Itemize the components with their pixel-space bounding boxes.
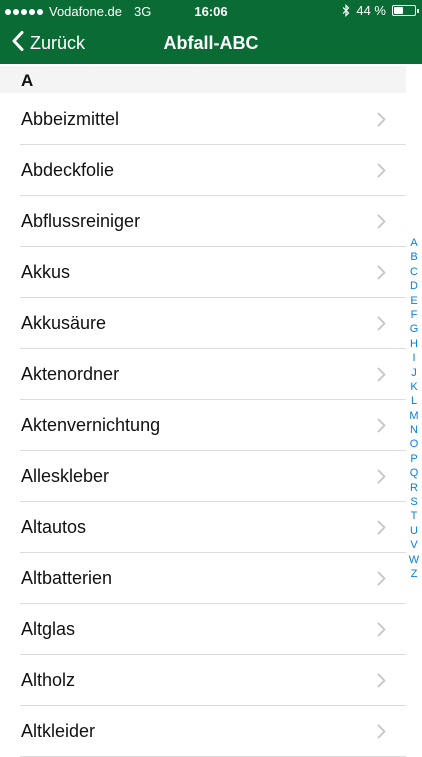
index-letter[interactable]: Z <box>406 567 422 581</box>
chevron-right-icon <box>377 265 386 280</box>
list-item[interactable]: Abbeizmittel <box>0 94 406 145</box>
list-item-label: Abflussreiniger <box>21 211 141 231</box>
index-letter[interactable]: B <box>406 250 422 264</box>
list-item-label: Aktenvernichtung <box>21 415 161 435</box>
page-title: Abfall-ABC <box>163 33 259 53</box>
list-item-label: Altholz <box>21 670 76 690</box>
list-item-label: Altkleider <box>21 721 96 741</box>
chevron-right-icon <box>377 673 386 688</box>
list-item-label: Altautos <box>21 517 87 537</box>
status-bar: Vodafone.de 3G 16:06 44 % <box>0 0 422 22</box>
index-letter[interactable]: H <box>406 337 422 351</box>
section-header: A <box>0 66 406 93</box>
index-letter[interactable]: E <box>406 294 422 308</box>
list-item[interactable]: Altbatterien <box>0 553 406 604</box>
chevron-right-icon <box>377 469 386 484</box>
navigation-bar: Zurück Abfall-ABC <box>0 22 422 64</box>
index-letter[interactable]: U <box>406 524 422 538</box>
index-letter[interactable]: O <box>406 437 422 451</box>
list-item-label: Akkusäure <box>21 313 107 333</box>
index-letter[interactable]: V <box>406 538 422 552</box>
index-letter[interactable]: N <box>406 423 422 437</box>
index-letter[interactable]: M <box>406 409 422 423</box>
alphabet-index-bar[interactable]: ABCDEFGHIJKLMNOPQRSTUVWZ <box>406 236 422 581</box>
battery-icon <box>392 5 419 16</box>
index-letter[interactable]: J <box>406 366 422 380</box>
list-item-label: Alleskleber <box>21 466 110 486</box>
chevron-right-icon <box>377 316 386 331</box>
index-letter[interactable]: T <box>406 509 422 523</box>
index-letter[interactable]: I <box>406 351 422 365</box>
list-item-label: Abbeizmittel <box>21 109 120 129</box>
waste-item-list: Abbeizmittel Abdeckfolie Abflussreiniger Ak… <box>0 94 406 757</box>
index-letter[interactable]: C <box>406 265 422 279</box>
battery-percent: 44 % <box>356 3 386 18</box>
list-item[interactable]: Alleskleber <box>0 451 406 502</box>
list-item-label: Akkus <box>21 262 71 282</box>
chevron-right-icon <box>377 520 386 535</box>
chevron-right-icon <box>377 622 386 637</box>
status-right: 44 % <box>342 3 419 18</box>
chevron-right-icon <box>377 214 386 229</box>
chevron-right-icon <box>377 367 386 382</box>
index-letter[interactable]: D <box>406 279 422 293</box>
index-letter[interactable]: S <box>406 495 422 509</box>
index-letter[interactable]: F <box>406 308 422 322</box>
section-header-label: A <box>21 71 34 90</box>
list-item-label: Altbatterien <box>21 568 113 588</box>
list-item-label: Aktenordner <box>21 364 120 384</box>
index-letter[interactable]: W <box>406 553 422 567</box>
list-item[interactable]: Altholz <box>0 655 406 706</box>
list-item[interactable]: Akkus <box>0 247 406 298</box>
index-letter[interactable]: G <box>406 322 422 336</box>
list-item[interactable]: Altautos <box>0 502 406 553</box>
chevron-right-icon <box>377 112 386 127</box>
chevron-right-icon <box>377 724 386 739</box>
list-item[interactable]: Abdeckfolie <box>0 145 406 196</box>
index-letter[interactable]: K <box>406 380 422 394</box>
index-letter[interactable]: L <box>406 394 422 408</box>
index-letter[interactable]: A <box>406 236 422 250</box>
list-item[interactable]: Abflussreiniger <box>0 196 406 247</box>
list-item[interactable]: Aktenvernichtung <box>0 400 406 451</box>
top-bar: Vodafone.de 3G 16:06 44 % Zurück Abfall-… <box>0 0 422 64</box>
list-item[interactable]: Altkleider <box>0 706 406 757</box>
bluetooth-icon <box>342 4 350 17</box>
list-item[interactable]: Akkusäure <box>0 298 406 349</box>
index-letter[interactable]: Q <box>406 466 422 480</box>
list-item-label: Abdeckfolie <box>21 160 115 180</box>
list-item[interactable]: Aktenordner <box>0 349 406 400</box>
list-item[interactable]: Altglas <box>0 604 406 655</box>
chevron-right-icon <box>377 418 386 433</box>
chevron-right-icon <box>377 571 386 586</box>
list-item-label: Altglas <box>21 619 76 639</box>
chevron-right-icon <box>377 163 386 178</box>
index-letter[interactable]: R <box>406 481 422 495</box>
index-letter[interactable]: P <box>406 452 422 466</box>
